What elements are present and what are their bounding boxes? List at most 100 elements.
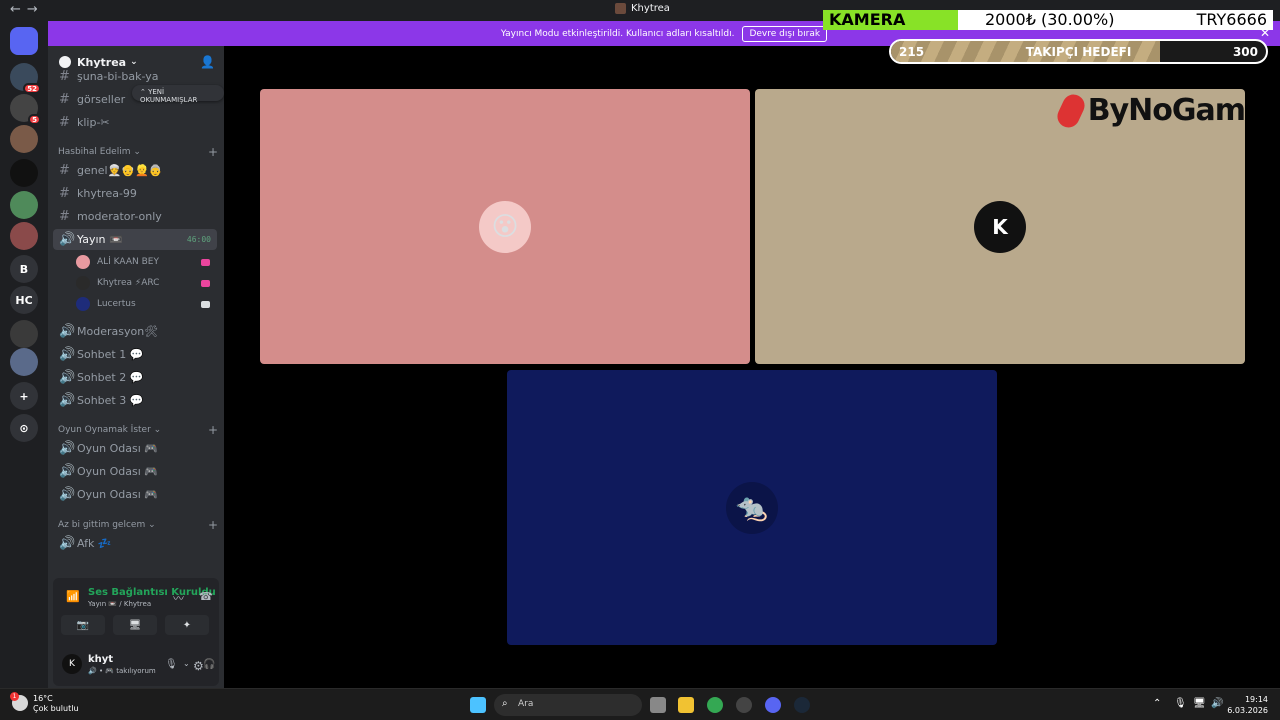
server-icon-7[interactable]: B [10,255,38,283]
channel-name: Oyun Odası 🎮 [77,488,158,501]
channel-item[interactable]: 🔊 Sohbet 3 💬 [53,390,217,411]
server-icon [615,3,626,14]
taskbar-search[interactable]: ⌕ Ara [494,694,642,716]
noise-suppression-icon[interactable]: 〰 [173,590,184,606]
server-icon-0[interactable] [10,27,38,55]
microphone-icon[interactable]: 🎙 [165,659,178,670]
category-header[interactable]: Oyun Oynamak İster ⌄ + [58,423,218,437]
discord-icon[interactable] [765,697,781,713]
server-icon-5[interactable] [10,191,38,219]
channel-item[interactable]: 🔊 Oyun Odası 🎮 [53,461,217,482]
add-channel-icon[interactable]: + [208,518,218,532]
channel-sidebar: Khytrea ⌄ 👤 # şuna-bi-bak-ya # görseller # kl… [48,46,224,688]
disconnect-icon[interactable]: ☎ [199,590,213,603]
category-header[interactable]: Az bi gittim gelcem ⌄ + [58,518,218,532]
weather-badge: 1 [10,692,19,701]
taskbar: 1 16°C Çok bulutlu ⌕ Ara ⌃ 🎙 🖥 🔊 19:14 6.0… [0,688,1280,720]
channel-name: Moderasyon🛠 [77,325,159,338]
chevron-down-icon: ⌄ [130,147,141,157]
voice-member[interactable]: Khytrea ⚡ARC [76,273,216,293]
network-icon[interactable]: 🖥 [1193,698,1206,709]
member-name: Lucertus [97,299,136,309]
voice-member[interactable]: Lucertus [76,294,216,314]
username[interactable]: khyt [88,654,113,665]
channel-type-icon: 🔊 [59,324,76,339]
channel-name: Oyun Odası 🎮 [77,442,158,455]
channel-type-icon: # [59,186,70,201]
channel-item[interactable]: 🔊 Yayın 📼 46:00 [53,229,217,250]
voice-member[interactable]: ALİ KAAN BEY [76,252,216,272]
server-icon-1[interactable]: 52 [10,63,41,94]
avatar: 🐀 [726,481,778,534]
channel-type-icon: 🔊 [59,441,76,456]
volume-icon[interactable]: 🔊 [1211,698,1223,709]
tray-mic-icon[interactable]: 🎙 [1174,698,1187,709]
server-icon-label: ⊙ [19,421,29,435]
mention-badge: 52 [23,83,41,94]
channel-item[interactable]: 🔊 Sohbet 2 💬 [53,367,217,388]
clock[interactable]: 19:14 6.03.2026 [1227,694,1268,716]
channel-type-icon: # [59,92,70,107]
nav-arrows[interactable]: ←→ [10,2,44,17]
file-explorer-icon[interactable] [678,697,694,713]
activities-button[interactable]: ✦ [165,615,209,635]
channel-item[interactable]: # moderator-only [53,206,217,227]
windows-start-icon[interactable] [470,697,486,713]
temperature: 16°C [33,694,53,703]
disable-streamer-mode-button[interactable]: Devre dışı bırak [742,25,828,42]
settings-icon[interactable]: ⚙ [193,659,204,673]
weather-desc: Çok bulutlu [33,704,79,713]
channel-item[interactable]: # klip-✂ [53,112,217,133]
channel-name: Sohbet 1 💬 [77,348,144,361]
screen-share-button[interactable]: 🖥 [113,615,157,635]
voice-status[interactable]: Ses Bağlantısı Kuruldu [88,587,216,598]
channel-name: Afk 💤 [77,537,112,550]
channel-type-icon: 🔊 [59,370,76,385]
channel-item[interactable]: # şuna-bi-bak-ya [53,66,217,87]
headphones-icon[interactable]: 🎧 [203,659,215,670]
channel-type-icon: 🔊 [59,232,76,247]
category-header[interactable]: Hasbihal Edelim ⌄ + [58,145,218,159]
signal-icon[interactable]: 📶 [66,590,80,603]
server-icon-label: HC [15,293,33,307]
channel-item[interactable]: 🔊 Afk 💤 [53,533,217,554]
add-channel-icon[interactable]: + [208,145,218,159]
new-unreads-pill[interactable]: ⌃ YENİ OKUNMAMIŞLAR [132,85,224,104]
voice-channel-link[interactable]: Yayın 📼 / Khytrea [88,600,151,608]
forward-icon[interactable]: → [27,2,44,17]
channel-name: görseller [77,93,126,106]
server-icon-9[interactable] [10,320,38,348]
video-tile-khytrea[interactable]: K ByNoGam [755,89,1246,364]
channel-item[interactable]: # genel👳👴👱👵 [53,160,217,181]
chrome-icon[interactable] [707,697,723,713]
camera-button[interactable]: 📷 [61,615,105,635]
server-icon-6[interactable] [10,222,38,250]
live-indicator-icon [201,300,210,308]
server-icon-4[interactable] [10,159,38,187]
video-tile-lucertus[interactable]: 🐀 [507,370,997,645]
server-icon-10[interactable] [10,348,38,376]
server-icon-8[interactable]: HC [10,286,38,314]
channel-item[interactable]: 🔊 Sohbet 1 💬 [53,344,217,365]
chevron-down-icon[interactable]: ⌄ [183,659,190,668]
banner-message: Yayıncı Modu etkinleştirildi. Kullanıcı … [500,28,735,39]
steam-icon[interactable] [794,697,810,713]
channel-item[interactable]: 🔊 Moderasyon🛠 [53,321,217,342]
server-icon-12[interactable]: ⊙ [10,414,38,442]
channel-item[interactable]: 🔊 Oyun Odası 🎮 [53,438,217,459]
channel-item[interactable]: 🔊 Oyun Odası 🎮 [53,484,217,505]
channel-name: Sohbet 2 💬 [77,371,144,384]
task-view-icon[interactable] [650,697,666,713]
avatar[interactable]: K [62,654,82,674]
server-icon-11[interactable]: + [10,382,38,410]
video-tile-ali-kaan-bey[interactable]: 😮 [260,89,750,364]
app-icon[interactable] [736,697,752,713]
channel-item[interactable]: # khytrea-99 [53,183,217,204]
add-channel-icon[interactable]: + [208,423,218,437]
server-icon-3[interactable] [10,125,38,153]
server-icon-2[interactable]: 5 [10,94,41,125]
back-icon[interactable]: ← [10,2,27,17]
live-indicator-icon [201,258,210,266]
channel-name: khytrea-99 [77,187,137,200]
tray-chevron-icon[interactable]: ⌃ [1153,698,1161,709]
